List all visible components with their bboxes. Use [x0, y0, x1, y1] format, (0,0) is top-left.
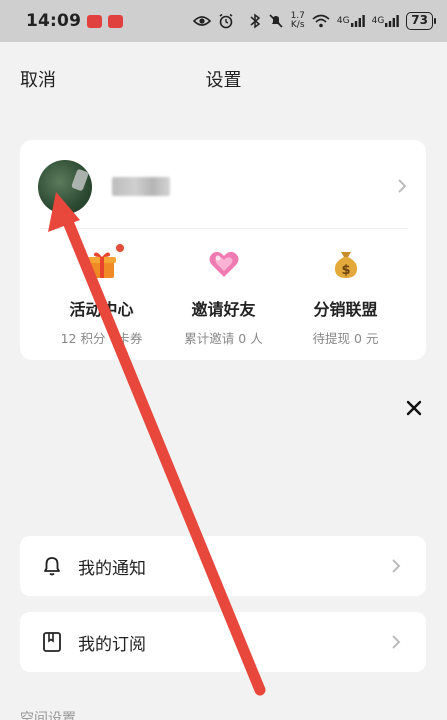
feature-name: 邀请好友: [191, 300, 256, 319]
divider: [40, 228, 408, 229]
feature-name: 分销联盟: [313, 300, 378, 319]
bluetooth-icon: [249, 13, 261, 29]
settings-sheet: 取消 设置 活动中心 12 积分 · 卡券 邀请好友 累计邀请 0 人 $ 分销…: [0, 42, 447, 720]
heart-icon: [208, 248, 240, 280]
battery-indicator: 73: [406, 12, 436, 30]
chevron-right-icon: [392, 559, 401, 573]
feature-activity-center[interactable]: 活动中心 12 积分 · 卡券: [34, 244, 169, 346]
status-icons: 1.7 K/s 4G 4G 73: [192, 11, 436, 30]
svg-text:$: $: [341, 263, 350, 278]
feature-subtitle: 待提现 0 元: [312, 331, 379, 346]
menu-item-label: 我的通知: [78, 559, 146, 579]
menu-item-subscriptions[interactable]: 我的订阅: [20, 612, 426, 672]
close-icon[interactable]: [402, 396, 426, 420]
page-title: 设置: [205, 70, 242, 91]
status-bar: 14:09 1.7 K/s 4G 4G 73: [0, 0, 447, 42]
notification-app-icon: [87, 14, 103, 28]
network-speed: 1.7 K/s: [290, 11, 305, 30]
feature-invite-friends[interactable]: 邀请好友 累计邀请 0 人: [156, 244, 291, 346]
feature-distribution-alliance[interactable]: $ 分销联盟 待提现 0 元: [278, 244, 413, 346]
menu-item-label: 我的订阅: [78, 635, 146, 655]
profile-card: 活动中心 12 积分 · 卡券 邀请好友 累计邀请 0 人 $ 分销联盟 待提现…: [20, 140, 426, 360]
cancel-button[interactable]: 取消: [20, 66, 56, 92]
username-blurred: [112, 177, 170, 196]
chevron-right-icon: [392, 635, 401, 649]
feature-subtitle: 12 积分 · 卡券: [60, 331, 143, 346]
menu-item-notifications[interactable]: 我的通知: [20, 536, 426, 596]
chevron-right-icon: [398, 179, 407, 193]
eye-icon: [192, 15, 211, 27]
feature-subtitle: 累计邀请 0 人: [184, 331, 263, 346]
bell-icon: [44, 557, 60, 576]
section-label: 空间设置: [20, 711, 76, 720]
profile-row[interactable]: [20, 140, 426, 230]
signal-icon-2: 4G: [372, 15, 400, 27]
signal-icon-1: 4G: [337, 15, 365, 27]
notification-badge: [115, 244, 124, 252]
bookmark-icon: [43, 632, 61, 652]
notification-app-icon-2: [108, 14, 124, 28]
status-time: 14:09: [26, 11, 82, 31]
money-bag-icon: $: [330, 248, 362, 280]
avatar[interactable]: [38, 160, 92, 214]
alarm-icon: [218, 13, 234, 29]
wifi-icon: [312, 14, 330, 28]
feature-name: 活动中心: [69, 300, 134, 319]
mute-icon: [268, 13, 284, 29]
gift-icon: [86, 244, 124, 280]
